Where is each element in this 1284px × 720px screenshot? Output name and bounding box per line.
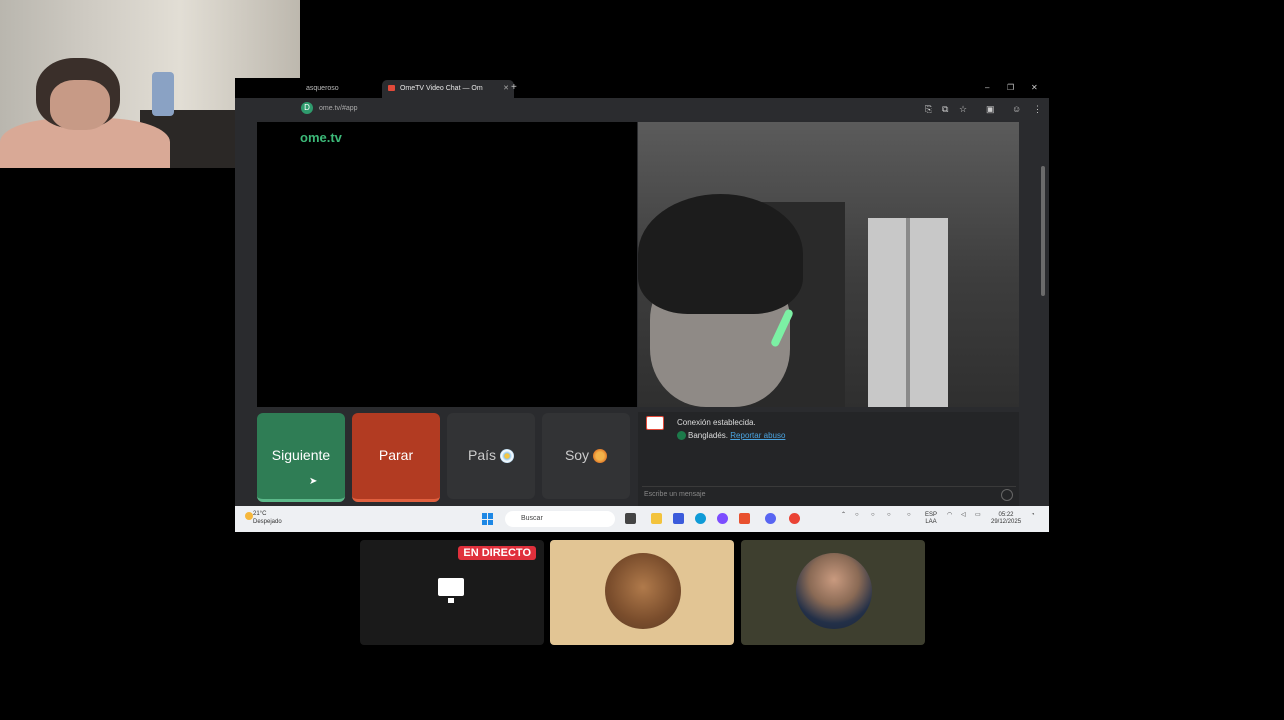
store-icon[interactable] bbox=[673, 513, 684, 524]
mouse-cursor-icon: ➤ bbox=[309, 476, 318, 487]
stop-label: Parar bbox=[378, 447, 414, 463]
brave-icon[interactable] bbox=[739, 513, 750, 524]
remote-video-cabinet bbox=[868, 218, 948, 407]
page-scrollbar[interactable] bbox=[1041, 166, 1045, 296]
ometv-favicon-icon bbox=[388, 85, 395, 92]
local-video bbox=[257, 122, 637, 407]
next-label: Siguiente bbox=[271, 447, 331, 463]
avatar bbox=[605, 553, 681, 629]
partner-country: Bangladés. Reportar abuso bbox=[677, 431, 785, 441]
weather-icon bbox=[245, 512, 253, 520]
tab-label: OmeTV Video Chat — Om bbox=[399, 85, 483, 92]
new-tab-icon[interactable]: + bbox=[511, 80, 517, 96]
weather-widget[interactable]: 21°C Despejado bbox=[253, 510, 282, 526]
next-button[interactable]: Siguiente bbox=[257, 413, 345, 502]
remote-video-hair bbox=[638, 194, 803, 314]
soy-label: Soy bbox=[564, 447, 590, 463]
bookmark-star-icon[interactable]: ☆ bbox=[959, 103, 967, 115]
tray-icon[interactable]: ○ bbox=[871, 512, 875, 519]
edge-icon[interactable] bbox=[695, 513, 706, 524]
language-sub: LAA bbox=[925, 519, 937, 525]
monitor-icon bbox=[438, 578, 464, 603]
file-explorer-icon[interactable] bbox=[651, 513, 662, 524]
url-field[interactable]: ome.tv/#app bbox=[319, 102, 358, 115]
tray-icon[interactable]: ○ bbox=[855, 512, 859, 519]
clock-time: 05:22 bbox=[998, 512, 1014, 518]
stop-button[interactable]: Parar bbox=[352, 413, 440, 502]
report-abuse-link[interactable]: Reportar abuso bbox=[730, 431, 785, 440]
translate-icon[interactable]: ⎘ bbox=[925, 103, 932, 115]
live-badge: EN DIRECTO bbox=[458, 546, 536, 560]
tray-chevron-icon[interactable]: ⌃ bbox=[841, 512, 846, 519]
gender-button[interactable]: Soy bbox=[542, 413, 630, 499]
chrome-icon[interactable] bbox=[789, 513, 800, 524]
ometv-page: ome.tv Siguiente ➤ Parar País Soy Conexi… bbox=[235, 120, 1049, 506]
tab-label: asqueroso bbox=[306, 85, 339, 92]
language-indicator[interactable]: ESP LAA bbox=[925, 512, 937, 526]
close-tab-icon[interactable]: ✕ bbox=[503, 80, 509, 98]
logo-part2: .tv bbox=[326, 130, 342, 145]
avatar bbox=[796, 553, 872, 629]
menu-icon[interactable]: ⋮ bbox=[1033, 103, 1042, 115]
bangladesh-flag-icon bbox=[677, 431, 686, 441]
extensions-icon[interactable]: ▣ bbox=[986, 103, 995, 115]
maximize-icon[interactable]: ❐ bbox=[1007, 80, 1014, 96]
participant-tile[interactable] bbox=[741, 540, 925, 645]
clock-date: 29/12/2025 bbox=[991, 519, 1022, 525]
app-icon[interactable] bbox=[717, 513, 728, 524]
browser-tabbar: asqueroso ✕ OmeTV Video Chat — Om ✕ + – … bbox=[235, 78, 1049, 98]
site-info-icon[interactable]: D bbox=[301, 102, 313, 114]
notification-icon[interactable]: ◔ bbox=[1031, 512, 1035, 519]
person-emoji-icon bbox=[593, 449, 608, 464]
address-bar: D ome.tv/#app ⎘ ⧉ ☆ ▣ ☺ ⋮ bbox=[235, 98, 1049, 120]
connection-status: Conexión establecida. bbox=[677, 418, 756, 427]
site-logo: ome.tv bbox=[300, 130, 342, 145]
weather-desc: Despejado bbox=[253, 519, 282, 525]
remote-video bbox=[638, 122, 1019, 407]
profile-icon[interactable]: ☺ bbox=[1012, 103, 1021, 115]
logo-part1: ome bbox=[300, 130, 327, 145]
screen-share: asqueroso ✕ OmeTV Video Chat — Om ✕ + – … bbox=[235, 78, 1049, 532]
language-code: ESP bbox=[925, 512, 938, 518]
volume-icon[interactable]: ◁ bbox=[961, 512, 966, 519]
wifi-icon[interactable]: ◠ bbox=[947, 512, 952, 519]
argentina-flag-icon bbox=[500, 449, 514, 464]
message-input[interactable]: Escribe un mensaje bbox=[642, 486, 1016, 503]
tab-inactive[interactable]: asqueroso ✕ bbox=[300, 80, 392, 98]
close-window-icon[interactable]: ✕ bbox=[1031, 80, 1038, 96]
tray-icon[interactable]: ○ bbox=[887, 512, 891, 519]
webcam-person-face bbox=[50, 80, 110, 130]
clock[interactable]: 05:22 29/12/2025 bbox=[991, 512, 1021, 526]
chat-panel: Conexión establecida. Bangladés. Reporta… bbox=[638, 412, 1019, 506]
search-label: Buscar bbox=[521, 515, 543, 522]
tray-icon[interactable]: ○ bbox=[907, 512, 911, 519]
task-view-icon[interactable] bbox=[625, 513, 636, 524]
windows-taskbar: 21°C Despejado Buscar ⌃ ○ ○ ○ ○ ESP LAA … bbox=[235, 506, 1049, 532]
windows-start-icon[interactable] bbox=[482, 513, 494, 525]
country-label: País bbox=[467, 447, 496, 463]
taskbar-search[interactable]: Buscar bbox=[505, 511, 615, 527]
discord-icon[interactable] bbox=[765, 513, 776, 524]
tab-active[interactable]: OmeTV Video Chat — Om ✕ bbox=[382, 80, 514, 98]
weather-temp: 21°C bbox=[253, 511, 267, 517]
tv-badge-icon bbox=[646, 416, 664, 430]
stream-thumbnail[interactable]: EN DIRECTO bbox=[360, 540, 544, 645]
emoji-picker-icon[interactable] bbox=[1001, 489, 1013, 501]
country-button[interactable]: País bbox=[447, 413, 535, 499]
participant-tile[interactable] bbox=[550, 540, 734, 645]
minimize-icon[interactable]: – bbox=[985, 80, 989, 96]
battery-icon[interactable]: ▭ bbox=[975, 512, 981, 519]
webcam-bottle bbox=[152, 72, 174, 116]
cast-icon[interactable]: ⧉ bbox=[942, 103, 948, 115]
partner-country-name: Bangladés. bbox=[688, 431, 729, 440]
